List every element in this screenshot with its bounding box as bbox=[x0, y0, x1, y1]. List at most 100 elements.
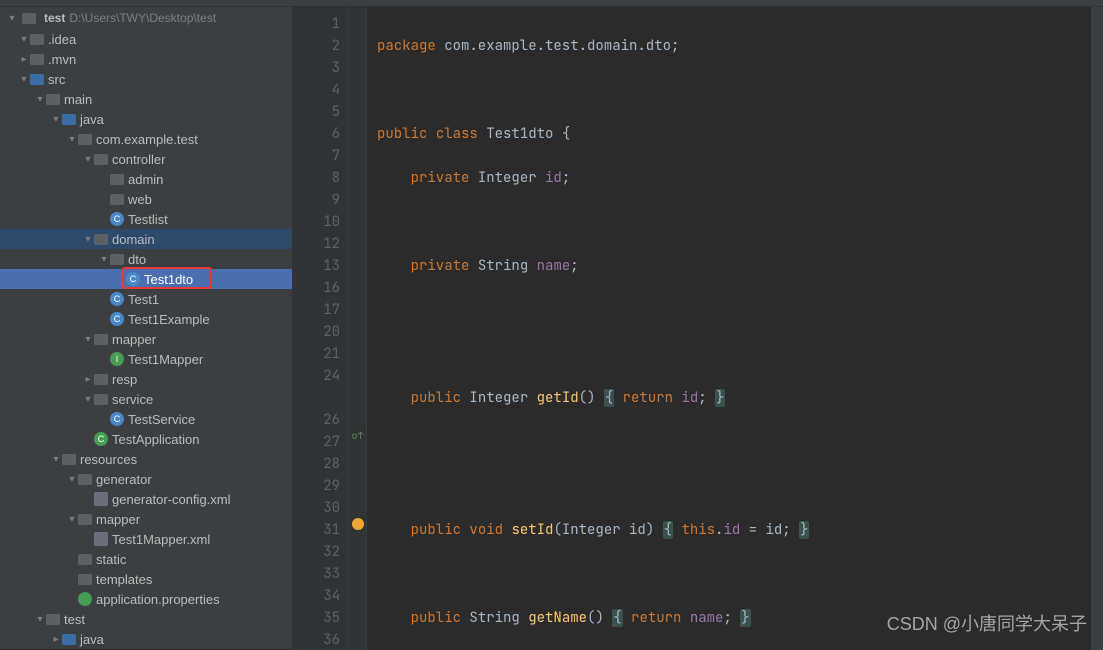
chevron-down-icon[interactable] bbox=[34, 94, 46, 105]
line-number[interactable]: 9 bbox=[297, 189, 340, 211]
line-number[interactable]: 24 bbox=[297, 365, 340, 387]
line-number[interactable]: 36 bbox=[297, 629, 340, 650]
tree-item-resp[interactable]: resp bbox=[0, 369, 292, 389]
tree-item-admin[interactable]: admin bbox=[0, 169, 292, 189]
tree-item-controller[interactable]: controller bbox=[0, 149, 292, 169]
tree-item-java[interactable]: java bbox=[0, 109, 292, 129]
chevron-down-icon[interactable] bbox=[66, 134, 78, 145]
chevron-down-icon[interactable] bbox=[34, 614, 46, 625]
props-icon bbox=[78, 592, 92, 606]
tree-item-generator-config-xml[interactable]: generator-config.xml bbox=[0, 489, 292, 509]
tree-item-testlist[interactable]: CTestlist bbox=[0, 209, 292, 229]
intention-bulb-icon[interactable] bbox=[352, 518, 364, 530]
chevron-down-icon[interactable] bbox=[82, 234, 94, 245]
tree-item-src[interactable]: src bbox=[0, 69, 292, 89]
tree-item-label: templates bbox=[96, 572, 152, 587]
chevron-down-icon[interactable] bbox=[98, 254, 110, 265]
line-number[interactable]: 3 bbox=[297, 57, 340, 79]
line-number[interactable]: 21 bbox=[297, 343, 340, 365]
line-number[interactable]: 27 bbox=[297, 431, 340, 453]
tree-item-test1dto[interactable]: CTest1dto bbox=[0, 269, 292, 289]
tree-item-label: resources bbox=[80, 452, 137, 467]
tree-item-resources[interactable]: resources bbox=[0, 449, 292, 469]
chevron-down-icon[interactable] bbox=[82, 154, 94, 165]
class-g-icon: C bbox=[94, 432, 108, 446]
line-number[interactable]: 34 bbox=[297, 585, 340, 607]
tree-item-test1mapper-xml[interactable]: Test1Mapper.xml bbox=[0, 529, 292, 549]
folder-icon bbox=[30, 54, 44, 65]
line-number[interactable]: 28 bbox=[297, 453, 340, 475]
tree-item-test1mapper[interactable]: ITest1Mapper bbox=[0, 349, 292, 369]
chevron-right-icon[interactable] bbox=[82, 374, 94, 385]
line-number[interactable]: 13 bbox=[297, 255, 340, 277]
line-number[interactable]: 35 bbox=[297, 607, 340, 629]
chevron-right-icon[interactable] bbox=[18, 54, 30, 65]
xml-icon bbox=[94, 532, 108, 546]
line-number[interactable]: 8 bbox=[297, 167, 340, 189]
class-icon: C bbox=[126, 272, 140, 286]
project-tree[interactable]: test D:\Users\TWY\Desktop\test .idea.mvn… bbox=[0, 7, 293, 649]
tree-item-com-example-test[interactable]: com.example.test bbox=[0, 129, 292, 149]
chevron-down-icon[interactable] bbox=[82, 334, 94, 345]
tree-item-generator[interactable]: generator bbox=[0, 469, 292, 489]
tree-item-domain[interactable]: domain bbox=[0, 229, 292, 249]
line-number[interactable]: 31 bbox=[297, 519, 340, 541]
line-number[interactable]: 6 bbox=[297, 123, 340, 145]
line-number[interactable]: 7 bbox=[297, 145, 340, 167]
line-number[interactable]: 1 bbox=[297, 13, 340, 35]
tree-item-label: Test1Example bbox=[128, 312, 210, 327]
chevron-down-icon[interactable] bbox=[82, 394, 94, 405]
override-gutter-icon[interactable]: o↑ bbox=[352, 425, 364, 447]
tree-item--idea[interactable]: .idea bbox=[0, 29, 292, 49]
tree-item-label: mapper bbox=[112, 332, 156, 347]
tree-item-service[interactable]: service bbox=[0, 389, 292, 409]
tree-item-test1[interactable]: CTest1 bbox=[0, 289, 292, 309]
line-number[interactable]: 12 bbox=[297, 233, 340, 255]
tree-item-dto[interactable]: dto bbox=[0, 249, 292, 269]
folder-pkg-icon bbox=[78, 134, 92, 145]
line-number[interactable]: 4 bbox=[297, 79, 340, 101]
line-number[interactable]: 32 bbox=[297, 541, 340, 563]
line-number[interactable]: 2 bbox=[297, 35, 340, 57]
chevron-down-icon[interactable] bbox=[18, 34, 30, 45]
tree-item-test1example[interactable]: CTest1Example bbox=[0, 309, 292, 329]
line-number[interactable]: 5 bbox=[297, 101, 340, 123]
line-number[interactable]: 17 bbox=[297, 299, 340, 321]
folder-icon bbox=[78, 514, 92, 525]
line-number[interactable]: 16 bbox=[297, 277, 340, 299]
tree-item--mvn[interactable]: .mvn bbox=[0, 49, 292, 69]
tree-item-java[interactable]: java bbox=[0, 629, 292, 649]
tree-item-static[interactable]: static bbox=[0, 549, 292, 569]
editor-marks-gutter[interactable]: o↑ bbox=[349, 7, 367, 650]
tree-item-mapper[interactable]: mapper bbox=[0, 509, 292, 529]
code-editor[interactable]: 1234567891012131617202124262728293031323… bbox=[293, 7, 1103, 650]
tree-item-label: static bbox=[96, 552, 126, 567]
chevron-down-icon[interactable] bbox=[18, 74, 30, 85]
chevron-down-icon[interactable] bbox=[66, 474, 78, 485]
line-number[interactable]: 30 bbox=[297, 497, 340, 519]
tree-item-test[interactable]: test bbox=[0, 609, 292, 629]
tree-item-application-properties[interactable]: application.properties bbox=[0, 589, 292, 609]
line-number[interactable]: 33 bbox=[297, 563, 340, 585]
tree-item-testapplication[interactable]: CTestApplication bbox=[0, 429, 292, 449]
chevron-right-icon[interactable] bbox=[50, 634, 62, 645]
line-number[interactable]: 29 bbox=[297, 475, 340, 497]
line-number[interactable]: 20 bbox=[297, 321, 340, 343]
vertical-scrollbar[interactable] bbox=[1091, 7, 1103, 650]
xml-icon bbox=[94, 492, 108, 506]
line-number[interactable]: 10 bbox=[297, 211, 340, 233]
tree-item-templates[interactable]: templates bbox=[0, 569, 292, 589]
tree-item-testservice[interactable]: CTestService bbox=[0, 409, 292, 429]
line-number[interactable] bbox=[297, 387, 340, 409]
chevron-down-icon[interactable] bbox=[6, 13, 18, 24]
tree-item-web[interactable]: web bbox=[0, 189, 292, 209]
chevron-down-icon[interactable] bbox=[66, 514, 78, 525]
editor-tabs-bar[interactable] bbox=[0, 0, 1103, 7]
line-number[interactable]: 26 bbox=[297, 409, 340, 431]
chevron-down-icon[interactable] bbox=[50, 114, 62, 125]
chevron-down-icon[interactable] bbox=[50, 454, 62, 465]
tree-item-main[interactable]: main bbox=[0, 89, 292, 109]
editor-code-area[interactable]: package com.example.test.domain.dto; pub… bbox=[367, 7, 1091, 650]
editor-gutter[interactable]: 1234567891012131617202124262728293031323… bbox=[293, 7, 349, 650]
tree-item-mapper[interactable]: mapper bbox=[0, 329, 292, 349]
